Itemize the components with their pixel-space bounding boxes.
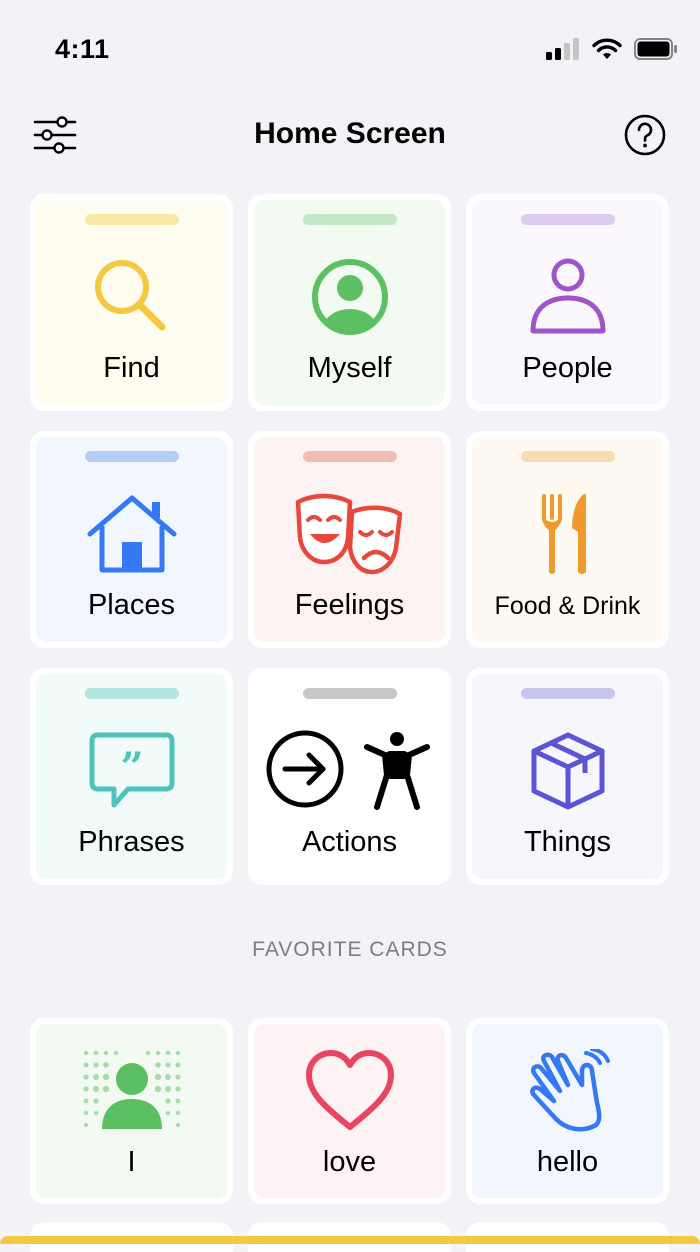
icon-container xyxy=(472,252,663,342)
icon-container xyxy=(36,489,227,579)
tile-background: I xyxy=(36,1024,227,1198)
search-icon xyxy=(94,260,165,331)
status-time: 4:11 xyxy=(55,34,110,64)
tile-label: love xyxy=(322,1146,377,1178)
theater-masks-icon xyxy=(295,493,402,575)
tile-background: People xyxy=(472,200,663,405)
tile-tab xyxy=(520,451,615,462)
category-grid: Find Myself People Places Feelings Food … xyxy=(30,194,670,885)
tile-tab xyxy=(84,688,179,699)
cube-icon xyxy=(531,732,604,810)
navigation-header: Home Screen xyxy=(0,105,700,165)
icon-container xyxy=(36,252,227,342)
tile-background: Food & Drink xyxy=(472,437,663,642)
person-circle-icon xyxy=(311,259,388,335)
category-tile-feelings[interactable]: Feelings xyxy=(248,431,451,648)
category-tile-phrases[interactable]: ” Phrases xyxy=(30,668,233,885)
tile-label: Feelings xyxy=(294,589,405,621)
quote-bubble-icon: ” xyxy=(89,732,174,808)
icon-container xyxy=(254,252,445,342)
icon-container: ” xyxy=(36,726,227,816)
tile-label: Myself xyxy=(307,352,392,384)
icon-container xyxy=(36,1046,227,1136)
tile-label: Phrases xyxy=(78,826,185,858)
tile-background: Places xyxy=(36,437,227,642)
heart-icon xyxy=(305,1050,394,1130)
tile-label: People xyxy=(522,352,613,384)
page-title: Home Screen xyxy=(254,117,446,150)
tile-tab xyxy=(84,451,179,462)
favorites-grid: I love hello xyxy=(30,1018,670,1204)
tile-label: hello xyxy=(536,1146,599,1178)
icon-container xyxy=(254,1046,445,1136)
favorite-card-love[interactable]: love xyxy=(248,1018,451,1204)
wifi-icon xyxy=(592,38,622,59)
tile-label: Find xyxy=(103,352,160,384)
tile-background: Myself xyxy=(254,200,445,405)
icon-container xyxy=(254,726,445,816)
favorite-card-hello[interactable]: hello xyxy=(466,1018,669,1204)
category-tile-myself[interactable]: Myself xyxy=(248,194,451,411)
person-speaking-icon xyxy=(82,1050,181,1129)
tile-label: Food & Drink xyxy=(494,592,641,620)
house-icon xyxy=(87,495,176,573)
tile-background: Things xyxy=(472,674,663,879)
category-tile-things[interactable]: Things xyxy=(466,668,669,885)
fork-knife-icon xyxy=(541,493,586,574)
favorites-section-title: FAVORITE CARDS xyxy=(252,938,448,961)
status-bar: 4:11 xyxy=(0,0,700,100)
tile-background: hello xyxy=(472,1024,663,1198)
category-tile-places[interactable]: Places xyxy=(30,431,233,648)
arrow-person-icon xyxy=(266,730,430,810)
tile-background: Find xyxy=(36,200,227,405)
question-circle-icon xyxy=(624,114,666,156)
tile-label: Places xyxy=(87,589,176,621)
tile-tab xyxy=(520,214,615,225)
bottom-drawer-handle[interactable] xyxy=(0,1236,700,1244)
tile-tab xyxy=(302,688,397,699)
icon-container xyxy=(254,489,445,579)
icon-container xyxy=(472,1046,663,1136)
tile-label: I xyxy=(127,1146,136,1178)
tile-background: love xyxy=(254,1024,445,1198)
tile-tab xyxy=(302,214,397,225)
tile-background: Actions xyxy=(254,674,445,879)
help-button[interactable] xyxy=(624,114,666,156)
favorite-card-i[interactable]: I xyxy=(30,1018,233,1204)
tile-background: ” Phrases xyxy=(36,674,227,879)
svg-text:”: ” xyxy=(120,744,143,791)
category-tile-actions[interactable]: Actions xyxy=(248,668,451,885)
category-tile-people[interactable]: People xyxy=(466,194,669,411)
status-icons xyxy=(546,38,678,60)
tile-label: Actions xyxy=(301,826,398,858)
person-icon xyxy=(530,258,605,334)
waving-hand-icon xyxy=(529,1049,610,1132)
battery-icon xyxy=(634,38,677,60)
icon-container xyxy=(472,489,663,579)
cellular-signal-icon xyxy=(546,38,579,60)
category-tile-food-drink[interactable]: Food & Drink xyxy=(466,431,669,648)
icon-container xyxy=(472,726,663,816)
category-tile-find[interactable]: Find xyxy=(30,194,233,411)
tile-label: Things xyxy=(523,826,612,858)
tile-tab xyxy=(84,214,179,225)
tile-tab xyxy=(302,451,397,462)
tile-background: Feelings xyxy=(254,437,445,642)
tile-tab xyxy=(520,688,615,699)
